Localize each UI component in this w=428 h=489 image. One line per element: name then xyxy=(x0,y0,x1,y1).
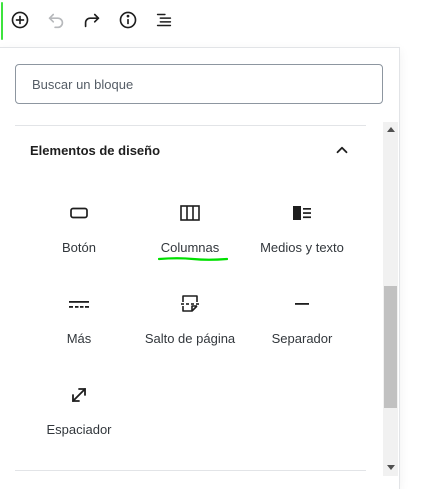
scroll-down-arrow[interactable] xyxy=(383,461,398,475)
columns-icon xyxy=(178,198,202,228)
chevron-up-icon xyxy=(333,141,351,159)
block-item-separator[interactable]: Separador xyxy=(247,281,357,357)
block-item-columns[interactable]: Columnas xyxy=(135,190,245,266)
block-label: Salto de página xyxy=(144,331,236,346)
page-break-icon xyxy=(178,289,202,319)
section-toggle-design[interactable]: Elementos de diseño xyxy=(15,126,366,174)
highlight-underline xyxy=(158,257,228,261)
spacer-icon xyxy=(67,380,91,410)
undo-icon xyxy=(48,13,64,29)
separator-icon xyxy=(290,289,314,319)
search-field[interactable] xyxy=(15,64,383,104)
block-label: Separador xyxy=(271,331,333,346)
outline-button[interactable] xyxy=(152,8,176,32)
block-label: Más xyxy=(66,331,92,346)
media-text-icon xyxy=(290,198,314,228)
arrow-up-icon xyxy=(386,127,395,132)
search-input[interactable] xyxy=(32,76,366,92)
block-label: Medios y texto xyxy=(260,240,344,255)
block-label: Columnas xyxy=(160,240,220,255)
plus-circle-icon xyxy=(11,11,29,29)
block-item-button[interactable]: Botón xyxy=(24,190,134,266)
more-icon xyxy=(67,289,91,319)
button-icon xyxy=(67,198,91,228)
editor-toolbar xyxy=(0,0,428,40)
block-item-more[interactable]: Más xyxy=(24,281,134,357)
block-label: Botón xyxy=(62,240,96,255)
arrow-down-icon xyxy=(386,465,395,470)
scrollbar-thumb[interactable] xyxy=(384,286,397,408)
block-item-page-break[interactable]: Salto de página xyxy=(135,281,245,357)
info-button[interactable] xyxy=(116,8,140,32)
add-block-button[interactable] xyxy=(8,8,32,32)
section-title: Elementos de diseño xyxy=(30,142,161,158)
undo-button[interactable] xyxy=(44,8,68,32)
scroll-up-arrow[interactable] xyxy=(383,122,398,136)
block-item-spacer[interactable]: Espaciador xyxy=(24,372,134,448)
block-item-media-text[interactable]: Medios y texto xyxy=(247,190,357,266)
list-outline-icon xyxy=(156,13,172,27)
redo-icon xyxy=(84,13,100,28)
block-label: Espaciador xyxy=(46,422,112,437)
redo-button[interactable] xyxy=(80,8,104,32)
info-icon xyxy=(119,11,137,29)
active-indicator xyxy=(1,2,3,40)
divider xyxy=(15,470,366,471)
